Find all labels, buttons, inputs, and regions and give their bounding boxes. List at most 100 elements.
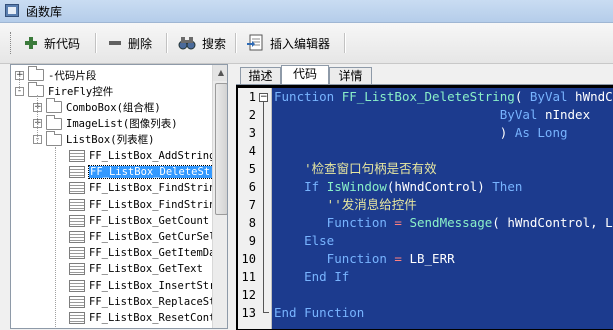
app-icon — [5, 4, 19, 17]
code-token: LB_ERR — [409, 251, 455, 266]
tree-item-label: FireFly控件 — [48, 85, 114, 98]
insert-editor-label: 插入编辑器 — [270, 36, 331, 51]
code-token: ByVal — [529, 89, 576, 104]
tree-file-item[interactable]: FF_ListBox_InsertStr — [69, 278, 215, 294]
title-bar: 函数库 — [0, 0, 613, 23]
line-number: 6 — [248, 180, 256, 194]
line-number: 9 — [248, 234, 256, 248]
tree-guide-line — [19, 75, 20, 89]
tree-item-label: ImageList(图像列表) — [66, 118, 178, 131]
code-line: '检查窗口句柄是否有效 — [274, 160, 437, 178]
tree-file-item[interactable]: FF_ListBox_DeleteStr — [69, 164, 219, 180]
line-number: 13 — [241, 306, 256, 320]
file-icon — [69, 279, 85, 292]
minus-icon — [108, 36, 122, 50]
code-token: SendMessage — [409, 215, 493, 230]
binoculars-icon — [178, 35, 196, 51]
tree-file-item[interactable]: FF_ListBox_GetItemDa — [69, 245, 215, 261]
code-token: '检查窗口句柄是否有效 — [274, 161, 437, 176]
code-token: hWndControl — [575, 89, 613, 104]
tree-file-item[interactable]: FF_ListBox_GetCount — [69, 213, 209, 229]
tree-item-label: FF_ListBox_ResetCont — [89, 312, 216, 324]
tree-item-label: FF_ListBox_GetItemDa — [89, 247, 216, 260]
tab-description[interactable]: 描述 — [240, 67, 281, 84]
tree-folder-item[interactable]: + -代码片段 — [15, 66, 96, 83]
tree-guide-line — [55, 147, 56, 328]
code-token: = — [394, 215, 410, 230]
code-line: ) As Long — [274, 124, 568, 142]
code-line: ByVal nIndex — [274, 106, 590, 124]
code-token: End If — [274, 269, 350, 284]
code-token: Else — [274, 233, 335, 248]
line-number: 8 — [248, 216, 256, 230]
scrollbar-thumb[interactable] — [215, 83, 227, 215]
search-button[interactable]: 搜索 — [178, 32, 226, 54]
tab-label: 代码 — [292, 67, 317, 81]
line-number: 4 — [248, 144, 256, 158]
fold-collapse-icon[interactable]: − — [259, 93, 268, 102]
tree-file-item[interactable]: FF_ListBox_GetText — [69, 261, 203, 277]
tab-details[interactable]: 详情 — [329, 67, 372, 84]
code-token: FF_ListBox_DeleteString — [341, 89, 515, 104]
fold-line — [263, 102, 264, 312]
window-title: 函数库 — [26, 5, 63, 19]
tab-code[interactable]: 代码 — [281, 65, 329, 84]
scroll-up-arrow-icon[interactable]: ▲ — [213, 65, 227, 81]
file-icon — [69, 214, 85, 227]
code-token: (hWndControl) — [386, 179, 493, 194]
file-icon — [69, 247, 85, 260]
snippet-tree[interactable]: + -代码片段 - FireFly控件 + ComboBox(组合框) + ImageList… — [10, 64, 228, 329]
new-code-button[interactable]: 新代码 — [24, 32, 80, 54]
code-line: Function = LB_ERR — [274, 250, 455, 268]
plus-icon — [24, 36, 38, 50]
tree-item-label: FF_ListBox_InsertStr — [89, 279, 216, 292]
tree-file-item[interactable]: FF_ListBox_FindStrin — [69, 197, 215, 213]
code-token: = — [394, 251, 410, 266]
code-token: ''发消息给控件 — [274, 197, 417, 212]
toolbar-grip[interactable] — [10, 32, 14, 54]
code-token: Function — [274, 89, 342, 104]
tree-file-item[interactable]: FF_ListBox_ReplaceSt — [69, 294, 215, 310]
tree-item-label: FF_ListBox_FindStrin — [89, 198, 216, 211]
tree-folder-item[interactable]: + ImageList(图像列表) — [33, 114, 178, 132]
tree-scrollbar[interactable]: ▲ — [212, 65, 227, 328]
tree-folder-item[interactable]: - FireFly控件 — [15, 82, 114, 99]
tab-label: 详情 — [338, 69, 363, 83]
code-token: nIndex — [544, 107, 591, 122]
insert-editor-button[interactable]: 插入编辑器 — [246, 32, 330, 54]
code-line: End If — [274, 268, 349, 286]
tree-file-item[interactable]: FF_ListBox_FindStrin — [69, 180, 215, 196]
tree-folder-item[interactable]: - ListBox(列表框) — [33, 130, 155, 148]
line-number-gutter: 1 2 3 4 5 6 7 8 9 10 11 12 13 — [238, 88, 258, 329]
tree-item-label: FF_ListBox_FindStrin — [89, 182, 216, 195]
code-token: End Function — [274, 305, 365, 320]
toolbar: 新代码 删除 搜索 插入编辑器 — [0, 23, 613, 64]
code-area[interactable]: Function FF_ListBox_DeleteString( ByVal … — [272, 88, 613, 329]
code-token: As Long — [514, 125, 568, 140]
tree-file-item[interactable]: FF_ListBox_AddString — [69, 148, 215, 164]
code-line: ''发消息给控件 — [274, 196, 417, 214]
line-number: 3 — [248, 126, 256, 140]
code-token: ByVal — [499, 107, 545, 122]
file-icon — [69, 312, 85, 324]
code-line: Else — [274, 232, 334, 250]
folder-icon — [28, 82, 44, 98]
insert-document-icon — [246, 34, 264, 52]
toolbar-separator — [95, 33, 97, 53]
line-number: 5 — [248, 162, 256, 176]
code-token: ( hWndControl, LB_DELETESTRING — [492, 215, 613, 230]
tree-item-label: FF_ListBox_GetText — [89, 263, 203, 276]
folder-icon — [46, 114, 62, 130]
line-number: 1 — [248, 90, 256, 104]
delete-button[interactable]: 删除 — [108, 32, 152, 54]
fold-end — [263, 312, 269, 313]
tree-file-item[interactable]: FF_ListBox_ResetCont — [69, 310, 215, 326]
file-icon — [69, 150, 85, 162]
tree-folder-item[interactable]: + ComboBox(组合框) — [33, 98, 161, 115]
delete-label: 删除 — [128, 36, 153, 51]
tree-file-item[interactable]: FF_ListBox_GetCurSel — [69, 229, 215, 245]
tree-item-label: ListBox(列表框) — [66, 134, 155, 147]
folder-icon — [46, 130, 62, 146]
fold-margin — [258, 88, 272, 329]
